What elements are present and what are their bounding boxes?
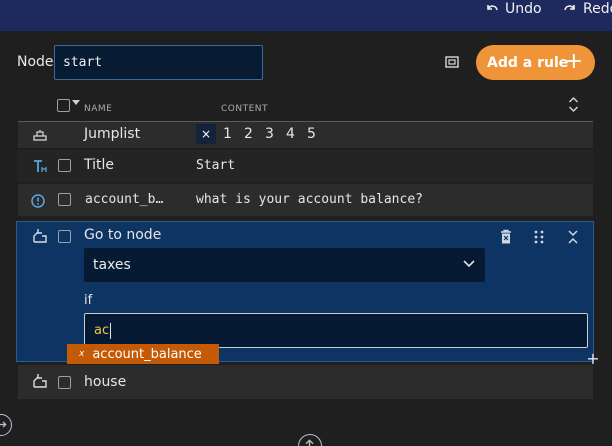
add-rule-label: Add a rule xyxy=(487,54,569,71)
row-checkbox[interactable] xyxy=(58,230,71,243)
variable-icon: x xyxy=(79,349,85,359)
go-to-node-icon xyxy=(33,229,47,243)
select-all-checkbox[interactable] xyxy=(57,99,70,112)
rule-name: Go to node xyxy=(84,227,162,243)
autocomplete-suggestion[interactable]: x account_balance xyxy=(67,344,219,364)
sort-icon[interactable] xyxy=(568,96,579,113)
row-checkbox[interactable] xyxy=(58,159,71,172)
add-below-icon[interactable]: + xyxy=(586,351,600,367)
jump-number[interactable]: 4 xyxy=(286,126,295,142)
jump-number[interactable]: 2 xyxy=(244,126,253,142)
target-node-select[interactable]: taxes xyxy=(84,248,485,282)
rule-content: what is your account balance? xyxy=(196,192,423,207)
redo-icon xyxy=(564,4,575,10)
jump-number[interactable]: 5 xyxy=(307,126,316,142)
redo-label: Redo xyxy=(583,0,612,17)
title-icon xyxy=(34,160,47,172)
go-to-node-icon xyxy=(33,374,47,388)
collapse-icon[interactable] xyxy=(566,229,580,245)
condition-value: ac xyxy=(94,323,110,338)
delete-icon[interactable] xyxy=(499,229,513,245)
arrow-right-icon[interactable] xyxy=(0,414,12,436)
plus-icon: + xyxy=(564,49,583,74)
row-checkbox[interactable] xyxy=(58,376,71,389)
drag-handle-icon[interactable] xyxy=(532,229,546,245)
column-header-content: CONTENT xyxy=(221,104,269,114)
if-label: if xyxy=(84,293,93,308)
text-cursor xyxy=(110,322,112,339)
row-checkbox[interactable] xyxy=(58,193,71,206)
caret-down-icon[interactable] xyxy=(72,100,80,105)
undo-label: Undo xyxy=(505,0,542,17)
rule-name: Title xyxy=(84,157,115,173)
condition-input[interactable]: ac xyxy=(84,313,588,348)
clear-jumplist-button[interactable]: × xyxy=(196,124,216,144)
add-rule-button[interactable]: Add a rule + xyxy=(476,45,595,80)
jumplist-icon xyxy=(33,130,47,141)
jump-number[interactable]: 1 xyxy=(223,126,232,142)
rule-name: Jumplist xyxy=(84,126,141,142)
chevron-down-icon xyxy=(463,260,475,268)
layout-icon[interactable] xyxy=(444,54,460,70)
node-input[interactable]: start xyxy=(54,45,263,80)
column-header-name: NAME xyxy=(84,104,113,114)
rule-content: Start xyxy=(196,158,236,173)
redo-button[interactable]: Redo xyxy=(563,0,612,17)
arrow-up-icon[interactable] xyxy=(298,434,322,446)
undo-icon xyxy=(487,4,498,10)
rule-name: account_b… xyxy=(85,192,164,207)
info-icon xyxy=(31,194,45,208)
undo-button[interactable]: Undo xyxy=(485,0,542,17)
suggestion-label: account_balance xyxy=(92,346,202,362)
node-label: Node xyxy=(17,54,54,70)
rule-name: house xyxy=(84,374,127,390)
jump-number[interactable]: 3 xyxy=(265,126,274,142)
